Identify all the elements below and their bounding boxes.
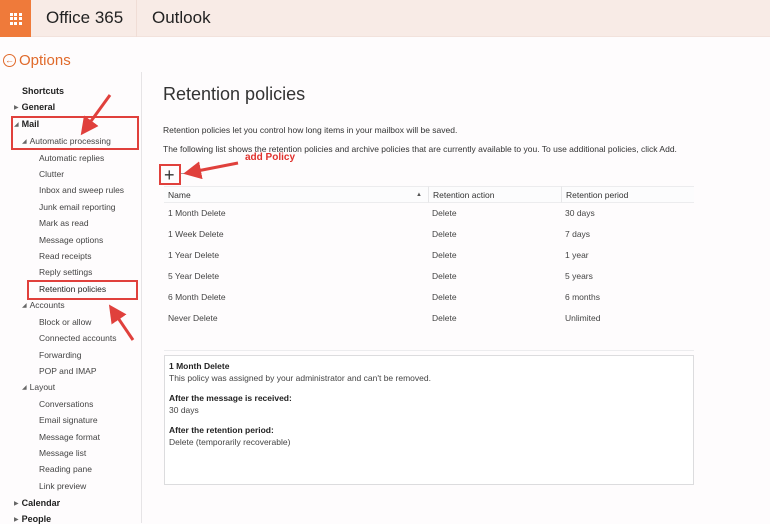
sidebar-item-automatic-replies[interactable]: Automatic replies	[39, 153, 104, 163]
header-divider	[136, 0, 137, 37]
annotation-label-add-policy: add Policy	[245, 152, 296, 163]
column-header-name[interactable]: Name ▲	[164, 186, 428, 203]
column-header-label: Name	[168, 190, 191, 200]
sidebar-item-general[interactable]: ▶ General	[14, 102, 55, 112]
sidebar-item-inbox-sweep-rules[interactable]: Inbox and sweep rules	[39, 185, 124, 195]
app-name[interactable]: Outlook	[152, 8, 211, 28]
table-row[interactable]: 6 Month Delete Delete 6 months	[164, 288, 694, 309]
sidebar-item-shortcuts[interactable]: Shortcuts	[22, 86, 64, 96]
remove-policy-button[interactable]: —	[181, 165, 195, 179]
sidebar-item-label: General	[21, 102, 56, 112]
sidebar-item-message-list[interactable]: Message list	[39, 448, 86, 458]
page-title: Retention policies	[163, 84, 306, 104]
policy-name: 6 Month Delete	[168, 292, 226, 302]
details-note: This policy was assigned by your adminis…	[169, 373, 431, 383]
sidebar-item-forwarding[interactable]: Forwarding	[39, 350, 82, 360]
top-bar: Office 365 Outlook	[0, 0, 770, 37]
description-text-2: The following list shows the retention p…	[163, 144, 677, 154]
add-policy-button[interactable]: +	[164, 166, 175, 184]
sidebar-item-layout[interactable]: ◢ Layout	[22, 382, 55, 392]
table-row[interactable]: 1 Week Delete Delete 7 days	[164, 225, 694, 246]
policy-action: Delete	[432, 208, 457, 218]
options-back-link[interactable]: ← Options	[3, 52, 71, 69]
table-bottom-border	[164, 350, 694, 351]
sidebar-item-automatic-processing[interactable]: ◢ Automatic processing	[22, 136, 111, 146]
details-after-label: After the retention period:	[169, 425, 274, 435]
column-header-retention-action[interactable]: Retention action	[428, 186, 561, 203]
details-received-label: After the message is received:	[169, 393, 292, 403]
policy-action: Delete	[432, 292, 457, 302]
sidebar-item-label: Mail	[21, 119, 40, 129]
policy-period: 5 years	[565, 271, 593, 281]
sidebar-item-pop-imap[interactable]: POP and IMAP	[39, 366, 96, 376]
sidebar-item-calendar[interactable]: ▶ Calendar	[14, 498, 60, 508]
table-row[interactable]: Never Delete Delete Unlimited	[164, 309, 694, 330]
sidebar-item-junk-email-reporting[interactable]: Junk email reporting	[39, 202, 116, 212]
collapse-arrow-icon: ◢	[22, 303, 27, 309]
options-label: Options	[19, 52, 71, 69]
sidebar-item-conversations[interactable]: Conversations	[39, 399, 93, 409]
policy-name: Never Delete	[168, 313, 218, 323]
sidebar-item-accounts[interactable]: ◢ Accounts	[22, 300, 65, 310]
sidebar-item-reply-settings[interactable]: Reply settings	[39, 267, 92, 277]
sidebar-item-mail[interactable]: ◢ Mail	[14, 119, 39, 129]
policy-action: Delete	[432, 250, 457, 260]
collapse-arrow-icon: ◢	[22, 385, 27, 391]
policy-period: 6 months	[565, 292, 600, 302]
column-header-retention-period[interactable]: Retention period	[561, 186, 694, 203]
policy-name: 1 Month Delete	[168, 208, 226, 218]
sidebar-item-retention-policies[interactable]: Retention policies	[39, 284, 106, 294]
waffle-icon	[9, 12, 22, 25]
policy-name: 5 Year Delete	[168, 271, 220, 281]
sidebar-item-email-signature[interactable]: Email signature	[39, 415, 98, 425]
back-arrow-icon: ←	[3, 54, 16, 67]
sidebar-item-block-or-allow[interactable]: Block or allow	[39, 317, 91, 327]
sidebar-item-mark-as-read[interactable]: Mark as read	[39, 218, 89, 228]
table-row[interactable]: 1 Year Delete Delete 1 year	[164, 246, 694, 267]
column-header-label: Retention period	[566, 190, 629, 200]
brand-name[interactable]: Office 365	[46, 8, 123, 28]
policy-action: Delete	[432, 313, 457, 323]
column-header-label: Retention action	[433, 190, 495, 200]
policy-action: Delete	[432, 229, 457, 239]
sidebar-item-label: Accounts	[29, 300, 65, 310]
policy-details-panel: 1 Month Delete This policy was assigned …	[164, 355, 694, 485]
app-launcher-button[interactable]	[0, 0, 31, 37]
policy-name: 1 Week Delete	[168, 229, 224, 239]
policy-period: 1 year	[565, 250, 589, 260]
policy-period: 30 days	[565, 208, 595, 218]
expand-arrow-icon: ▶	[14, 105, 19, 111]
sidebar-item-connected-accounts[interactable]: Connected accounts	[39, 333, 117, 343]
sidebar-item-label: Layout	[29, 382, 56, 392]
sidebar-item-message-options[interactable]: Message options	[39, 235, 103, 245]
details-title: 1 Month Delete	[169, 361, 230, 371]
sidebar-item-read-receipts[interactable]: Read receipts	[39, 251, 91, 261]
expand-arrow-icon: ▶	[14, 501, 19, 507]
collapse-arrow-icon: ◢	[22, 139, 27, 145]
table-row[interactable]: 1 Month Delete Delete 30 days	[164, 204, 694, 225]
details-received-value: 30 days	[169, 405, 199, 415]
expand-arrow-icon: ▶	[14, 517, 19, 523]
description-text: Retention policies let you control how l…	[163, 125, 458, 135]
sidebar-item-label: Automatic processing	[29, 136, 111, 146]
sidebar-item-label: Calendar	[21, 498, 61, 508]
collapse-arrow-icon: ◢	[14, 122, 19, 128]
policy-action: Delete	[432, 271, 457, 281]
details-after-value: Delete (temporarily recoverable)	[169, 437, 291, 447]
sidebar-item-reading-pane[interactable]: Reading pane	[39, 464, 92, 474]
policy-period: Unlimited	[565, 313, 601, 323]
policy-period: 7 days	[565, 229, 591, 239]
table-row[interactable]: 5 Year Delete Delete 5 years	[164, 267, 694, 288]
sidebar-item-link-preview[interactable]: Link preview	[39, 481, 86, 491]
sort-ascending-icon: ▲	[416, 192, 422, 198]
policy-name: 1 Year Delete	[168, 250, 220, 260]
sidebar-item-message-format[interactable]: Message format	[39, 432, 100, 442]
sidebar-item-clutter[interactable]: Clutter	[39, 169, 64, 179]
